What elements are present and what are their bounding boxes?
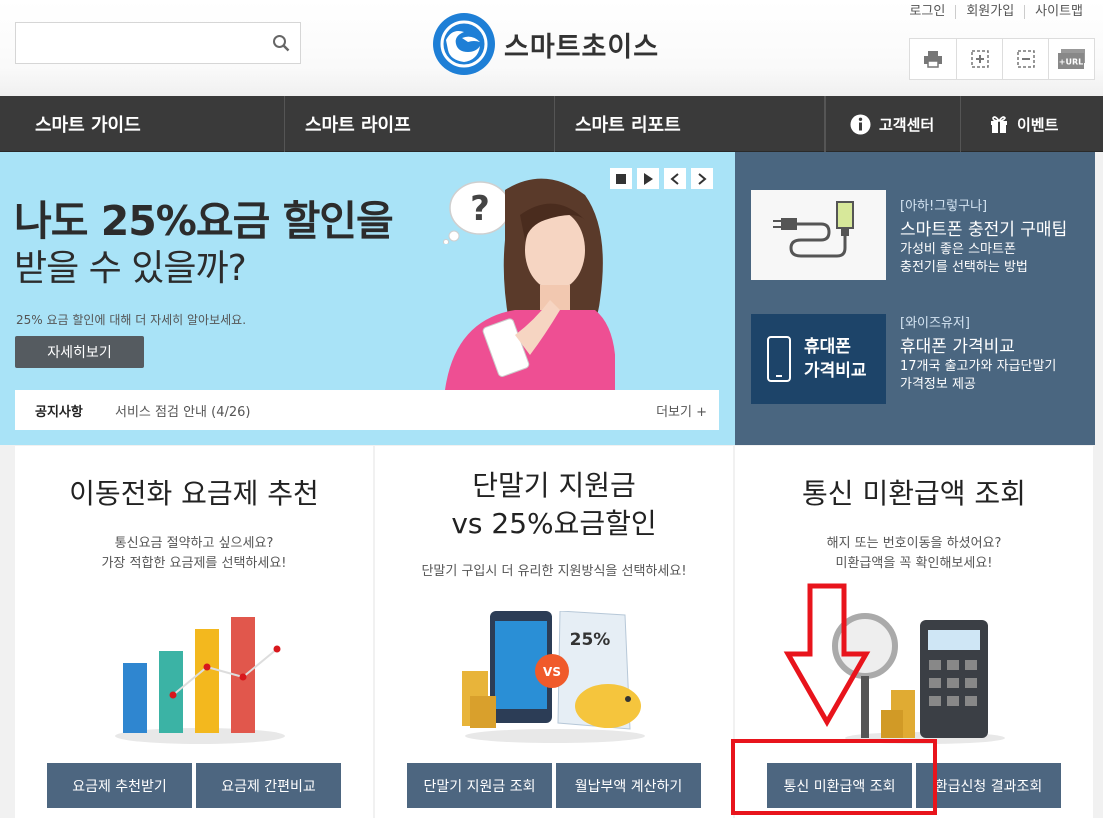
price-compare-thumbnail: 휴대폰 가격비교 (751, 314, 886, 404)
section-description: 가장 적합한 요금제를 선택하세요! (101, 556, 287, 571)
section-description: 해지 또는 번호이동을 하셨어요? (826, 536, 1002, 551)
signup-link[interactable]: 회원가입 (955, 5, 1024, 19)
section-title: 이동전화 요금제 추천 (69, 477, 319, 510)
nav-smart-guide[interactable]: 스마트 가이드 (0, 96, 285, 152)
sitemap-link[interactable]: 사이트맵 (1024, 5, 1093, 19)
nav-label: 스마트 라이프 (305, 115, 411, 136)
zoom-out-icon (1016, 50, 1035, 68)
login-link[interactable]: 로그인 (899, 5, 955, 19)
search-box (15, 22, 301, 64)
section-title: vs 25%요금할인 (451, 507, 657, 540)
notice-bar: 공지사항 서비스 점검 안내 (4/26) 더보기 + (15, 390, 719, 430)
plan-compare-button[interactable]: 요금제 간편비교 (196, 763, 341, 808)
logo-text: 스마트초이스 (504, 31, 660, 63)
slider-stop-button[interactable] (610, 168, 632, 189)
hero-subtitle: 받을 수 있을까? (14, 248, 247, 289)
side-card-charger[interactable]: [아하!그렇구나] 스마트폰 충전기 구매팁 가성비 좋은 스마트폰 충전기를 … (751, 190, 1067, 280)
site-logo[interactable]: 스마트초이스 (432, 12, 659, 76)
subsidy-lookup-button[interactable]: 단말기 지원금 조회 (407, 763, 552, 808)
info-icon (850, 114, 871, 134)
zoom-out-button[interactable] (1002, 39, 1048, 79)
section-description: 단말기 구입시 더 유리한 지원방식을 선택하세요! (421, 564, 687, 579)
hero-detail-button[interactable]: 자세히보기 (15, 336, 144, 368)
notice-link[interactable]: 서비스 점검 안내 (4/26) (115, 401, 656, 420)
search-icon[interactable] (272, 34, 290, 52)
card-category: [와이즈유저] (900, 316, 970, 331)
stop-icon (616, 173, 626, 184)
refund-result-button[interactable]: 환급신청 결과조회 (916, 763, 1061, 808)
phone-icon (767, 336, 791, 382)
thumb-text: 휴대폰 (804, 337, 851, 357)
card-category: [아하!그렇구나] (900, 199, 988, 214)
hero-title: 나도 25%요금 할인을 (14, 197, 394, 245)
thumb-text: 가격비교 (804, 361, 867, 381)
card-description: 충전기를 선택하는 방법 (900, 260, 1028, 275)
bar-chart-illustration (115, 617, 285, 744)
card-description: 17개국 출고가와 자급단말기 (900, 359, 1057, 374)
side-panel: [아하!그렇구나] 스마트폰 충전기 구매팁 가성비 좋은 스마트폰 충전기를 … (735, 152, 1095, 445)
hero-banner: 나도 25%요금 할인을 받을 수 있을까? 25% 요금 할인에 대해 더 자… (0, 152, 735, 445)
monthly-payment-button[interactable]: 월납부액 계산하기 (556, 763, 701, 808)
card-description: 가성비 좋은 스마트폰 (900, 242, 1016, 257)
print-icon (924, 51, 942, 68)
url-icon: +URL (1057, 49, 1085, 69)
nav-label: 이벤트 (1017, 115, 1059, 134)
nav-label: 고객센터 (879, 115, 935, 134)
plan-recommend-button[interactable]: 요금제 추천받기 (47, 763, 192, 808)
vs-badge-label: VS (543, 665, 561, 679)
slider-controls (610, 168, 713, 189)
logo-icon (433, 13, 495, 75)
card-title: 스마트폰 충전기 구매팁 (900, 220, 1068, 240)
nav-smart-report[interactable]: 스마트 리포트 (555, 96, 825, 152)
search-input[interactable] (16, 23, 266, 63)
red-down-arrow-icon (783, 583, 871, 727)
document-percent-label: 25% (570, 630, 611, 650)
card-title: 휴대폰 가격비교 (900, 337, 1015, 357)
main-nav: 스마트 가이드 스마트 라이프 스마트 리포트 고객센터 이벤트 (0, 96, 1103, 152)
slider-prev-button[interactable] (664, 168, 686, 189)
nav-customer-center[interactable]: 고객센터 (825, 96, 960, 152)
chevron-right-icon (698, 172, 707, 185)
slider-play-button[interactable] (637, 168, 659, 189)
section-title: 통신 미환급액 조회 (802, 477, 1026, 510)
print-button[interactable] (910, 39, 956, 79)
charger-thumbnail-image (751, 190, 886, 280)
chevron-left-icon (670, 172, 679, 185)
plan-recommend-section: 이동전화 요금제 추천 통신요금 절약하고 싶으세요? 가장 적합한 요금제를 … (15, 446, 373, 818)
top-links: 로그인 회원가입 사이트맵 (899, 5, 1093, 19)
side-card-price-compare[interactable]: 휴대폰 가격비교 [와이즈유저] 휴대폰 가격비교 17개국 출고가와 자급단말… (751, 314, 1056, 404)
hero-description: 25% 요금 할인에 대해 더 자세히 알아보세요. (16, 313, 247, 327)
zoom-in-button[interactable] (956, 39, 1002, 79)
nav-event[interactable]: 이벤트 (960, 96, 1103, 152)
nav-smart-life[interactable]: 스마트 라이프 (285, 96, 555, 152)
nav-label: 스마트 가이드 (35, 115, 141, 136)
slider-next-button[interactable] (691, 168, 713, 189)
gift-icon (991, 116, 1007, 133)
highlight-box (731, 739, 937, 815)
toolbar: +URL (909, 38, 1095, 80)
subsidy-vs-discount-section: 단말기 지원금 vs 25%요금할인 단말기 구입시 더 유리한 지원방식을 선… (375, 446, 733, 818)
hero-model-image (445, 178, 615, 390)
card-description: 가격정보 제공 (900, 377, 976, 392)
section-title: 단말기 지원금 (472, 469, 636, 502)
subsidy-illustration: 25% VS (462, 611, 645, 743)
zoom-in-icon (970, 50, 989, 68)
section-description: 미환급액을 꼭 확인해보세요! (835, 556, 993, 571)
section-description: 통신요금 절약하고 싶으세요? (114, 536, 274, 551)
play-icon (644, 172, 653, 185)
nav-label: 스마트 리포트 (575, 115, 681, 136)
url-copy-button[interactable]: +URL (1048, 39, 1094, 79)
notice-label: 공지사항 (35, 404, 83, 420)
header: 스마트초이스 로그인 회원가입 사이트맵 +URL (0, 0, 1103, 96)
url-icon-label: +URL (1058, 58, 1082, 67)
notice-more-link[interactable]: 더보기 + (656, 401, 719, 420)
